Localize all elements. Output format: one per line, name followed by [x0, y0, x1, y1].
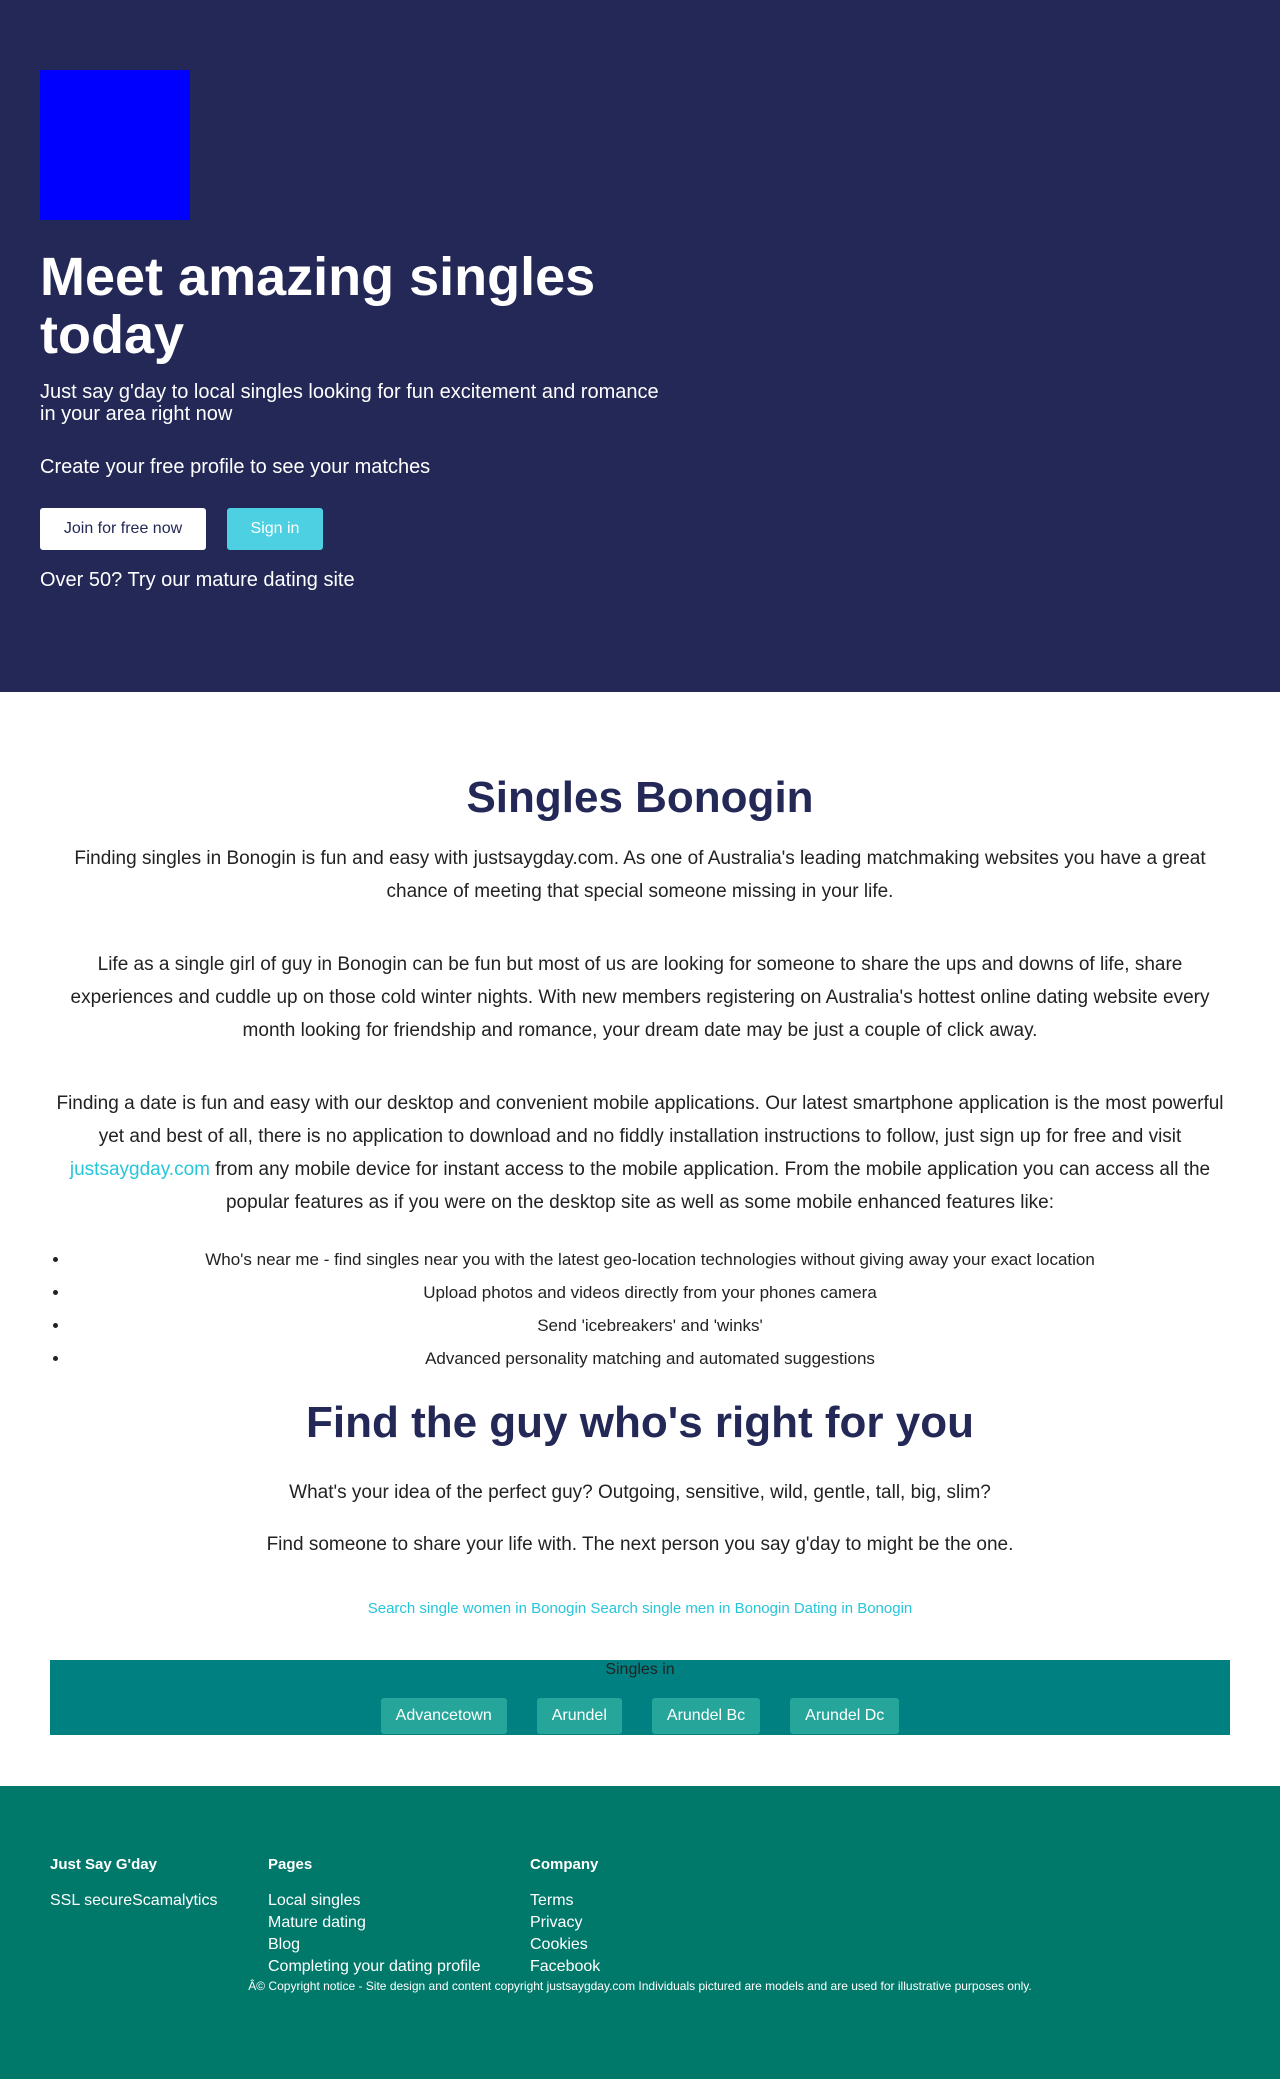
footer-link-privacy[interactable]: Privacy [530, 1912, 600, 1934]
page-heading: Singles Bonogin [466, 773, 814, 822]
footer-link-blog[interactable]: Blog [268, 1934, 481, 1956]
dating-link[interactable]: Dating in Bonogin [794, 1600, 912, 1617]
footer-link-cookies[interactable]: Cookies [530, 1934, 600, 1956]
feature-item: Advanced personality matching and automa… [70, 1342, 1230, 1375]
hero-title: Meet amazing singles today [40, 247, 596, 365]
search-women-link[interactable]: Search single women in Bonogin [368, 1600, 586, 1617]
site-footer: Just Say G'day SSL secureScamalytics Pag… [0, 1786, 1280, 2079]
sign-in-button[interactable]: Sign in [227, 508, 323, 550]
hero-subtitle: Just say g'day to local singles looking … [40, 381, 659, 425]
feature-item: Send 'icebreakers' and 'winks' [70, 1309, 1230, 1342]
share-life-text: Find someone to share your life with. Th… [266, 1534, 1014, 1555]
footer-column-brand: Just Say G'day SSL secureScamalytics [50, 1856, 217, 1912]
intro-paragraph: Finding singles in Bonogin is fun and ea… [74, 848, 1206, 902]
site-link[interactable]: justsaygday.com [70, 1159, 210, 1180]
lifestyle-paragraph: Life as a single girl of guy in Bonogin … [70, 954, 1210, 1041]
singles-in-section: Singles in Advancetown Arundel Arundel Bc A… [50, 1660, 1230, 1735]
footer-brand-title: Just Say G'day [50, 1856, 157, 1873]
town-button-arundel-bc[interactable]: Arundel Bc [651, 1698, 761, 1734]
footer-link-terms[interactable]: Terms [530, 1890, 600, 1912]
singles-in-label: Singles in [605, 1661, 675, 1678]
footer-link-dating-profile[interactable]: Completing your dating profile [268, 1956, 481, 1978]
footer-link-mature-dating[interactable]: Mature dating [268, 1912, 481, 1934]
footer-column-company: Company Terms Privacy Cookies Facebook [530, 1856, 600, 1978]
footer-link-local-singles[interactable]: Local singles [268, 1890, 481, 1912]
main-content: Singles Bonogin Finding singles in Bonog… [50, 760, 1230, 1619]
search-links: Search single women in Bonogin Search si… [50, 1599, 1230, 1619]
perfect-guy-question: What's your idea of the perfect guy? Out… [289, 1482, 991, 1503]
search-men-link[interactable]: Search single men in Bonogin [590, 1600, 789, 1617]
footer-pages-title: Pages [268, 1856, 313, 1873]
town-button-arundel[interactable]: Arundel [536, 1698, 622, 1734]
hero-section: Meet amazing singles today Just say g'da… [0, 0, 1280, 692]
mobile-paragraph-text-before: Finding a date is fun and easy with our … [56, 1093, 1224, 1147]
copyright-notice: Â© Copyright notice - Site design and co… [248, 1979, 1032, 1993]
mobile-paragraph: Finding a date is fun and easy with our … [50, 1087, 1230, 1219]
find-guy-heading: Find the guy who's right for you [306, 1398, 974, 1447]
mature-dating-link[interactable]: Over 50? Try our mature dating site [40, 568, 355, 592]
hero-cta-text: Create your free profile to see your mat… [40, 456, 431, 478]
town-list: Advancetown Arundel Arundel Bc Arundel Dc [50, 1698, 1230, 1734]
mobile-paragraph-text-after: from any mobile device for instant acces… [215, 1159, 1211, 1213]
join-button[interactable]: Join for free now [40, 508, 206, 550]
footer-link-facebook[interactable]: Facebook [530, 1956, 600, 1978]
feature-item: Upload photos and videos directly from y… [70, 1276, 1230, 1309]
footer-company-title: Company [530, 1856, 599, 1873]
town-button-advancetown[interactable]: Advancetown [380, 1698, 507, 1734]
town-button-arundel-dc[interactable]: Arundel Dc [790, 1698, 900, 1734]
ssl-secure-badge[interactable]: SSL secureScamalytics [50, 1890, 217, 1912]
feature-list: Who's near me - find singles near you wi… [50, 1243, 1230, 1375]
footer-column-pages: Pages Local singles Mature dating Blog C… [268, 1856, 481, 1978]
feature-item: Who's near me - find singles near you wi… [70, 1243, 1230, 1276]
site-logo[interactable] [40, 70, 190, 220]
